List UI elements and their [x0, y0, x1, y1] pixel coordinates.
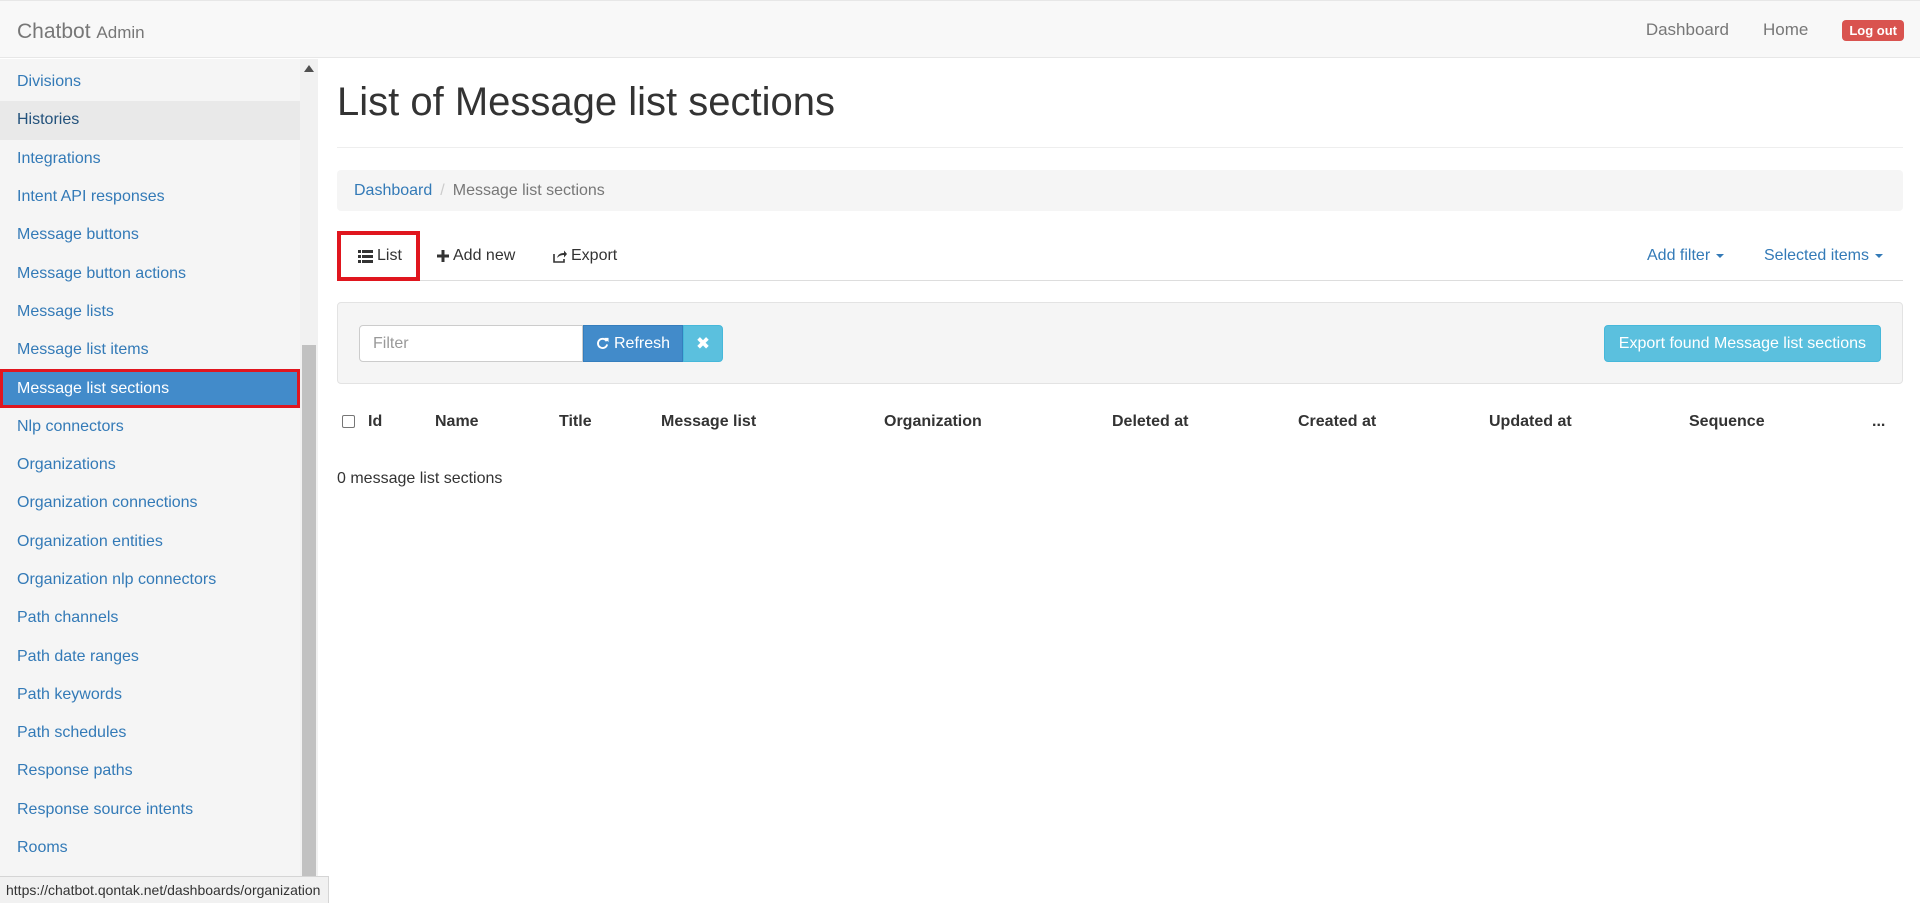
- sidebar-item-organization-entities[interactable]: Organization entities: [0, 523, 300, 561]
- column-header-id[interactable]: Id: [368, 402, 382, 442]
- refresh-icon: [597, 337, 609, 349]
- column-header-updated-at[interactable]: Updated at: [1489, 402, 1572, 442]
- caret-down-icon: [1874, 254, 1883, 258]
- column-header-actions: ...: [1872, 413, 1886, 430]
- sidebar-item-rooms[interactable]: Rooms: [0, 829, 300, 867]
- column-header-sequence[interactable]: Sequence: [1689, 402, 1765, 442]
- logout-button[interactable]: Log out: [1842, 19, 1904, 41]
- add-filter-label: Add filter: [1647, 247, 1711, 264]
- sidebar-item-message-list-sections[interactable]: Message list sections: [0, 369, 300, 408]
- tab-list-label: List: [377, 247, 402, 264]
- plus-icon: [437, 250, 449, 262]
- sidebar-item-path-channels[interactable]: Path channels: [0, 599, 300, 637]
- tab-export-label: Export: [571, 247, 618, 264]
- title-divider: [337, 147, 1903, 148]
- filter-input[interactable]: [359, 325, 583, 362]
- share-icon: [553, 250, 567, 263]
- page-title: List of Message list sections: [337, 80, 835, 124]
- selected-items-dropdown[interactable]: Selected items: [1764, 231, 1883, 281]
- sidebar-menu: Divisions Histories Integrations Intent API…: [0, 63, 300, 867]
- refresh-label: Refresh: [613, 334, 671, 352]
- brand-logo[interactable]: Chatbot Admin: [17, 20, 145, 44]
- nav-link-home[interactable]: Home: [1763, 20, 1808, 40]
- sidebar-item-histories[interactable]: Histories: [0, 101, 300, 140]
- column-header-created-at[interactable]: Created at: [1298, 402, 1376, 442]
- sidebar-item-response-paths[interactable]: Response paths: [0, 752, 300, 790]
- column-header-deleted-at[interactable]: Deleted at: [1112, 402, 1188, 442]
- tab-list[interactable]: List: [337, 231, 420, 281]
- sidebar-item-response-source-intents[interactable]: Response source intents: [0, 791, 300, 829]
- breadcrumb-current: Message list sections: [452, 181, 605, 199]
- column-header-title[interactable]: Title: [559, 402, 592, 442]
- close-icon: ✖: [695, 333, 711, 353]
- tab-add-new-label: Add new: [453, 247, 516, 264]
- scroll-up-arrow-icon[interactable]: [304, 65, 314, 72]
- column-header-name[interactable]: Name: [435, 402, 479, 442]
- select-all-checkbox[interactable]: [342, 415, 355, 428]
- tab-add-new[interactable]: Add new: [437, 231, 515, 281]
- sidebar-item-path-keywords[interactable]: Path keywords: [0, 676, 300, 714]
- sidebar-item-divisions[interactable]: Divisions: [0, 63, 300, 101]
- list-icon: [358, 249, 373, 263]
- table-header: Id Name Title Message list Organization …: [337, 402, 1903, 442]
- scrollbar-thumb[interactable]: [302, 345, 316, 885]
- navbar-right: Dashboard Home Log out: [1646, 1, 1920, 59]
- refresh-button[interactable]: Refresh: [583, 325, 683, 362]
- sidebar-item-path-date-ranges[interactable]: Path date ranges: [0, 637, 300, 675]
- sidebar-item-path-schedules[interactable]: Path schedules: [0, 714, 300, 752]
- column-header-organization[interactable]: Organization: [884, 402, 982, 442]
- browser-status-bar: https://chatbot.qontak.net/dashboards/or…: [0, 876, 330, 903]
- sidebar-item-message-button-actions[interactable]: Message button actions: [0, 254, 300, 292]
- sidebar: Divisions Histories Integrations Intent API…: [0, 59, 300, 903]
- add-filter-dropdown[interactable]: Add filter: [1647, 231, 1725, 281]
- selected-items-label: Selected items: [1764, 247, 1869, 264]
- caret-down-icon: [1716, 254, 1725, 258]
- sidebar-item-message-lists[interactable]: Message lists: [0, 293, 300, 331]
- sidebar-item-organization-nlp-connectors[interactable]: Organization nlp connectors: [0, 561, 300, 599]
- sidebar-scrollbar[interactable]: [300, 59, 318, 903]
- clear-filter-button[interactable]: ✖: [683, 325, 723, 362]
- sidebar-item-organizations[interactable]: Organizations: [0, 446, 300, 484]
- column-header-message-list[interactable]: Message list: [661, 402, 756, 442]
- filter-panel: Refresh ✖ Export found Message list sect…: [337, 302, 1903, 384]
- breadcrumb: Dashboard / Message list sections: [337, 170, 1903, 211]
- brand-name: Chatbot: [17, 20, 91, 43]
- sidebar-item-nlp-connectors[interactable]: Nlp connectors: [0, 408, 300, 446]
- result-count: 0 message list sections: [337, 470, 503, 487]
- sidebar-item-message-buttons[interactable]: Message buttons: [0, 216, 300, 254]
- sidebar-item-integrations[interactable]: Integrations: [0, 140, 300, 178]
- tab-export[interactable]: Export: [553, 231, 617, 281]
- sidebar-item-intent-api-responses[interactable]: Intent API responses: [0, 178, 300, 216]
- top-navbar: Chatbot Admin Dashboard Home Log out: [0, 0, 1920, 58]
- brand-subtitle: Admin: [96, 23, 145, 42]
- export-found-button[interactable]: Export found Message list sections: [1603, 325, 1881, 362]
- sidebar-item-message-list-items[interactable]: Message list items: [0, 331, 300, 369]
- breadcrumb-separator: /: [440, 181, 445, 199]
- nav-link-dashboard[interactable]: Dashboard: [1646, 20, 1729, 40]
- sidebar-item-organization-connections[interactable]: Organization connections: [0, 484, 300, 522]
- breadcrumb-dashboard-link[interactable]: Dashboard: [354, 182, 432, 200]
- action-tabs: List Add new Export Add filter Selected …: [337, 231, 1903, 281]
